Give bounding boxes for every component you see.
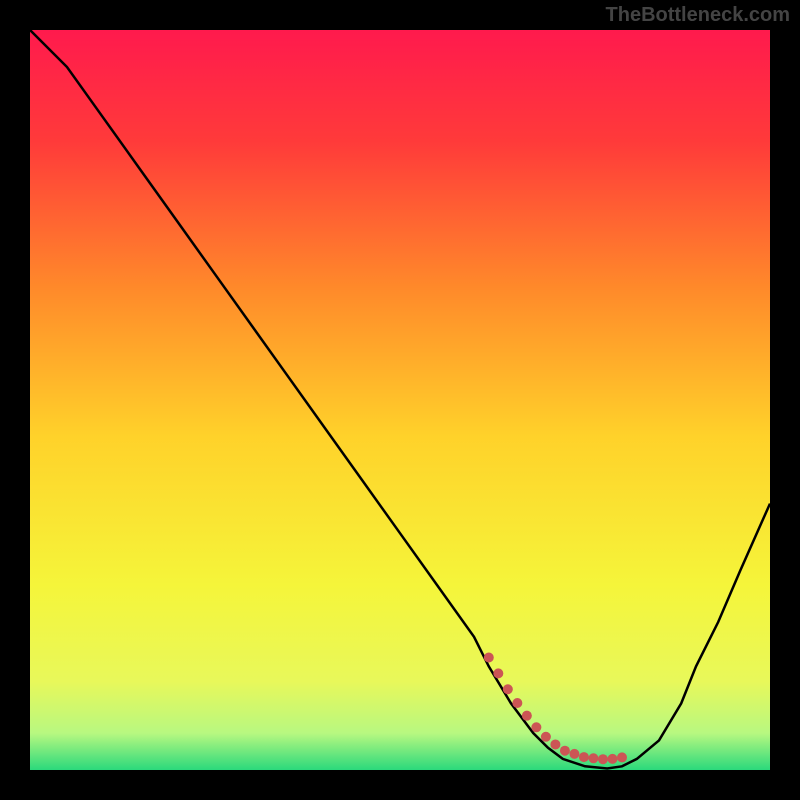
optimal-range-dot (550, 739, 560, 749)
optimal-range-dot (607, 754, 617, 764)
plot-area (30, 30, 770, 770)
optimal-range-dot (588, 753, 598, 763)
gradient-background (30, 30, 770, 770)
watermark-text: TheBottleneck.com (606, 4, 790, 27)
optimal-range-dot (531, 722, 541, 732)
optimal-range-dot (541, 732, 551, 742)
bottleneck-chart (30, 30, 770, 770)
optimal-range-dot (598, 754, 608, 764)
chart-container: TheBottleneck.com (0, 0, 800, 800)
optimal-range-dot (493, 668, 503, 678)
optimal-range-dot (484, 653, 494, 663)
optimal-range-dot (579, 752, 589, 762)
optimal-range-dot (569, 749, 579, 759)
optimal-range-dot (522, 711, 532, 721)
optimal-range-dot (512, 698, 522, 708)
optimal-range-dot (617, 752, 627, 762)
optimal-range-dot (560, 746, 570, 756)
optimal-range-dot (503, 684, 513, 694)
